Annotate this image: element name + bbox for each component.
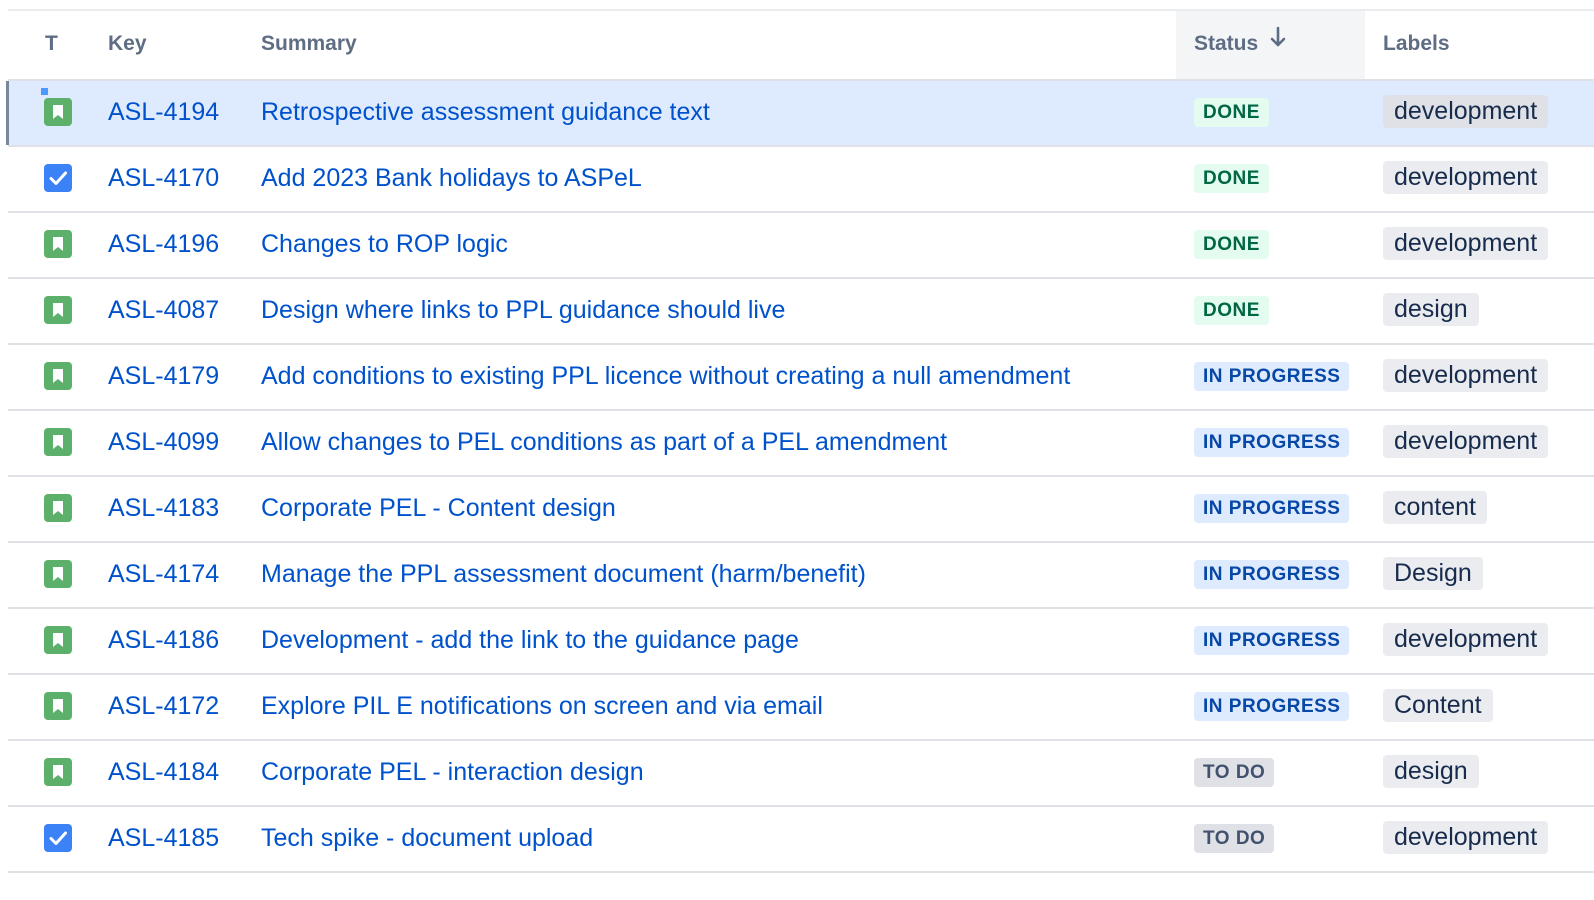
issue-key-link[interactable]: ASL-4087 bbox=[108, 279, 219, 341]
label-tag[interactable]: Design bbox=[1383, 557, 1483, 590]
table-row[interactable]: ASL-4172 Explore PIL E notifications on s… bbox=[8, 675, 1594, 741]
arrow-down-icon bbox=[1270, 9, 1286, 75]
label-tag[interactable]: design bbox=[1383, 755, 1479, 788]
status-badge: DONE bbox=[1194, 164, 1269, 193]
task-icon bbox=[44, 164, 72, 192]
label-tag[interactable]: development bbox=[1383, 425, 1549, 458]
story-icon bbox=[44, 428, 72, 456]
status-badge: TO DO bbox=[1194, 824, 1275, 853]
issue-summary-link[interactable]: Allow changes to PEL conditions as part … bbox=[261, 411, 947, 473]
table-row[interactable]: ASL-4174 Manage the PPL assessment docume… bbox=[8, 543, 1594, 609]
label-tag[interactable]: development bbox=[1383, 227, 1549, 260]
issue-key-link[interactable]: ASL-4170 bbox=[108, 147, 219, 209]
issue-key-link[interactable]: ASL-4099 bbox=[108, 411, 219, 473]
story-icon bbox=[44, 560, 72, 588]
table-row[interactable]: ASL-4185 Tech spike - document upload TO D… bbox=[8, 807, 1594, 873]
story-icon bbox=[44, 230, 72, 258]
story-icon bbox=[44, 98, 72, 126]
label-tag[interactable]: development bbox=[1383, 623, 1549, 656]
column-header-status-label: Status bbox=[1194, 32, 1259, 55]
issue-summary-link[interactable]: Add 2023 Bank holidays to ASPeL bbox=[261, 147, 642, 209]
issue-summary-link[interactable]: Design where links to PPL guidance shoul… bbox=[261, 279, 785, 341]
status-badge: IN PROGRESS bbox=[1194, 362, 1350, 391]
story-icon bbox=[44, 626, 72, 654]
story-icon bbox=[44, 758, 72, 786]
status-badge: IN PROGRESS bbox=[1194, 560, 1350, 589]
table-row[interactable]: ASL-4099 Allow changes to PEL conditions … bbox=[8, 411, 1594, 477]
label-tag[interactable]: development bbox=[1383, 161, 1549, 194]
issue-summary-link[interactable]: Explore PIL E notifications on screen an… bbox=[261, 675, 823, 737]
table-row[interactable]: ASL-4196 Changes to ROP logic DONE developm… bbox=[8, 213, 1594, 279]
issue-summary-link[interactable]: Changes to ROP logic bbox=[261, 213, 508, 275]
label-tag[interactable]: design bbox=[1383, 293, 1479, 326]
status-badge: TO DO bbox=[1194, 758, 1275, 787]
issue-key-link[interactable]: ASL-4179 bbox=[108, 345, 219, 407]
table-row[interactable]: ASL-4087 Design where links to PPL guidan… bbox=[8, 279, 1594, 345]
issue-key-link[interactable]: ASL-4194 bbox=[108, 81, 219, 143]
issue-table: T Key Summary Status Labels ASL-4194 Retr… bbox=[6, 11, 1594, 873]
column-header-key[interactable]: Key bbox=[108, 11, 147, 79]
column-header-type[interactable]: T bbox=[45, 11, 58, 79]
issue-summary-link[interactable]: Tech spike - document upload bbox=[261, 807, 593, 869]
label-tag[interactable]: development bbox=[1383, 821, 1549, 854]
story-icon bbox=[44, 494, 72, 522]
story-icon bbox=[44, 362, 72, 390]
issue-key-link[interactable]: ASL-4183 bbox=[108, 477, 219, 539]
status-badge: DONE bbox=[1194, 296, 1269, 325]
table-row[interactable]: ASL-4183 Corporate PEL - Content design IN… bbox=[8, 477, 1594, 543]
issue-summary-link[interactable]: Manage the PPL assessment document (harm… bbox=[261, 543, 866, 605]
issue-key-link[interactable]: ASL-4185 bbox=[108, 807, 219, 869]
label-tag[interactable]: development bbox=[1383, 359, 1549, 392]
label-tag[interactable]: development bbox=[1383, 95, 1549, 128]
table-header: T Key Summary Status Labels bbox=[8, 11, 1594, 81]
issue-summary-link[interactable]: Corporate PEL - Content design bbox=[261, 477, 616, 539]
story-icon bbox=[44, 692, 72, 720]
issue-key-link[interactable]: ASL-4184 bbox=[108, 741, 219, 803]
selection-marker bbox=[41, 88, 48, 95]
status-badge: IN PROGRESS bbox=[1194, 626, 1350, 655]
issue-summary-link[interactable]: Add conditions to existing PPL licence w… bbox=[261, 345, 1070, 407]
status-badge: DONE bbox=[1194, 98, 1269, 127]
label-tag[interactable]: Content bbox=[1383, 689, 1493, 722]
issue-key-link[interactable]: ASL-4172 bbox=[108, 675, 219, 737]
status-badge: IN PROGRESS bbox=[1194, 428, 1350, 457]
issue-key-link[interactable]: ASL-4196 bbox=[108, 213, 219, 275]
story-icon bbox=[44, 296, 72, 324]
table-row[interactable]: ASL-4179 Add conditions to existing PPL l… bbox=[8, 345, 1594, 411]
issue-key-link[interactable]: ASL-4186 bbox=[108, 609, 219, 671]
issue-rows: ASL-4194 Retrospective assessment guidanc… bbox=[6, 81, 1594, 873]
label-tag[interactable]: content bbox=[1383, 491, 1488, 524]
table-row[interactable]: ASL-4194 Retrospective assessment guidanc… bbox=[6, 81, 1594, 147]
table-row[interactable]: ASL-4184 Corporate PEL - interaction desi… bbox=[8, 741, 1594, 807]
column-header-status[interactable]: Status bbox=[1176, 11, 1365, 79]
column-header-labels[interactable]: Labels bbox=[1383, 11, 1450, 79]
status-badge: IN PROGRESS bbox=[1194, 692, 1350, 721]
task-icon bbox=[44, 824, 72, 852]
issue-summary-link[interactable]: Development - add the link to the guidan… bbox=[261, 609, 799, 671]
table-row[interactable]: ASL-4170 Add 2023 Bank holidays to ASPeL D… bbox=[8, 147, 1594, 213]
issue-summary-link[interactable]: Retrospective assessment guidance text bbox=[261, 81, 710, 143]
issue-key-link[interactable]: ASL-4174 bbox=[108, 543, 219, 605]
issue-summary-link[interactable]: Corporate PEL - interaction design bbox=[261, 741, 644, 803]
column-header-summary[interactable]: Summary bbox=[261, 11, 357, 79]
status-badge: DONE bbox=[1194, 230, 1269, 259]
table-row[interactable]: ASL-4186 Development - add the link to th… bbox=[8, 609, 1594, 675]
status-badge: IN PROGRESS bbox=[1194, 494, 1350, 523]
